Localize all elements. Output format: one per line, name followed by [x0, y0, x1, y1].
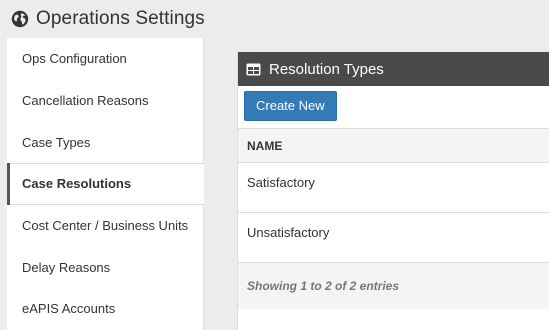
- sidebar-item-case-resolutions[interactable]: Case Resolutions: [7, 163, 204, 205]
- sidebar-item-label: Cost Center / Business Units: [22, 218, 189, 234]
- table-row[interactable]: Satisfactory: [238, 163, 549, 213]
- sidebar-item-delay-reasons[interactable]: Delay Reasons: [7, 246, 204, 289]
- table-icon: [246, 63, 261, 76]
- sidebar-item-label: Ops Configuration: [22, 51, 127, 67]
- sidebar-item-cost-center[interactable]: Cost Center / Business Units: [7, 204, 204, 247]
- column-header-name[interactable]: NAME: [238, 128, 549, 163]
- row-name-cell: Unsatisfactory: [247, 225, 330, 240]
- create-new-button[interactable]: Create New: [244, 91, 337, 121]
- row-name-cell: Satisfactory: [247, 175, 315, 190]
- panel-toolbar: Create New: [238, 86, 549, 128]
- column-header-label: NAME: [247, 138, 283, 153]
- sidebar-item-label: eAPIS Accounts: [22, 301, 116, 317]
- table-row[interactable]: Unsatisfactory: [238, 213, 549, 263]
- sidebar-item-label: Cancellation Reasons: [22, 93, 149, 109]
- table-info: Showing 1 to 2 of 2 entries: [238, 263, 549, 309]
- sidebar-item-case-types[interactable]: Case Types: [7, 121, 204, 164]
- page-title: Operations Settings: [36, 8, 205, 29]
- panel-title: Resolution Types: [269, 60, 384, 78]
- panel-header: Resolution Types: [238, 52, 549, 86]
- sidebar-item-eapis-accounts[interactable]: eAPIS Accounts: [7, 288, 204, 330]
- sidebar-item-label: Case Types: [22, 134, 91, 150]
- sidebar-item-cancellation-reasons[interactable]: Cancellation Reasons: [7, 79, 204, 122]
- sidebar-item-label: Case Resolutions: [22, 176, 132, 192]
- globe-icon: [11, 10, 29, 28]
- page-header: Operations Settings: [0, 0, 549, 38]
- sidebar-item-ops-configuration[interactable]: Ops Configuration: [7, 38, 204, 80]
- sidebar: Ops Configuration Cancellation Reasons C…: [7, 38, 204, 330]
- resolution-types-panel: Resolution Types Create New NAME Satisfa…: [237, 52, 549, 330]
- entries-summary: Showing 1 to 2 of 2 entries: [247, 279, 400, 293]
- sidebar-item-label: Delay Reasons: [22, 259, 111, 275]
